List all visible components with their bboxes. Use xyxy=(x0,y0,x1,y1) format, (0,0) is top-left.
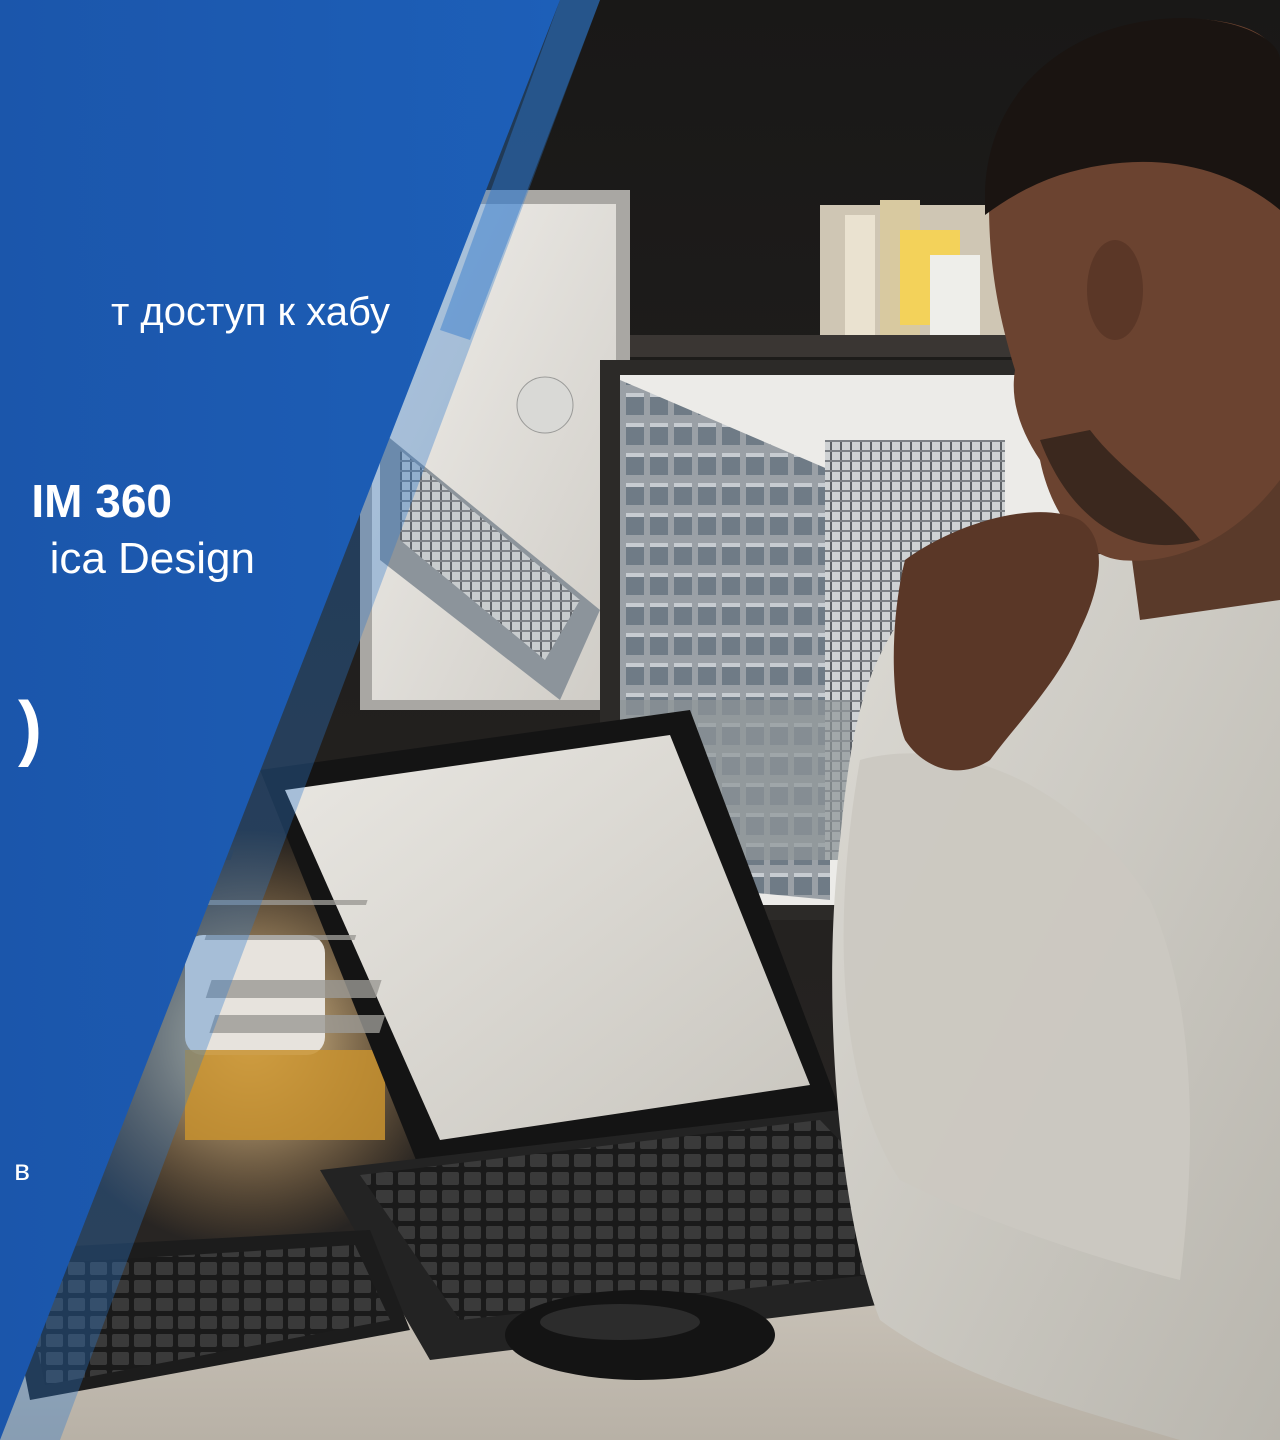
headline-line-access-hub: т доступ к хабу xyxy=(110,290,390,334)
headline-fragment-large: ) xyxy=(18,688,42,768)
footer-text-fragment: в xyxy=(14,1154,30,1187)
hero-slide: т доступ к хабу IM 360 ica Design ) в xyxy=(0,0,1280,1440)
blue-title-panel xyxy=(0,0,600,1440)
headline-product-subtitle: ica Design xyxy=(49,534,255,583)
headline-product-name: IM 360 xyxy=(31,475,172,527)
